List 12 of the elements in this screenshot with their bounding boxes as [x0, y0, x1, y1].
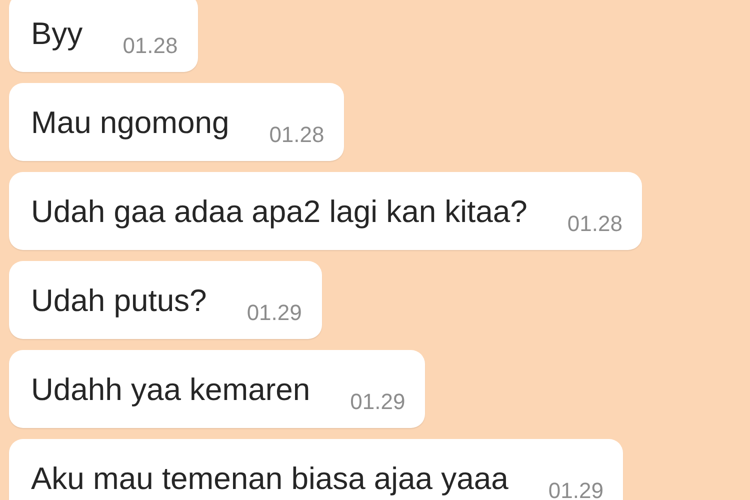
- message-time: 01.28: [567, 212, 622, 236]
- message-text: Aku mau temenan biasa ajaa yaaa: [31, 461, 508, 497]
- message-text: Udahh yaa kemaren: [31, 372, 310, 408]
- message-time: 01.28: [269, 123, 324, 147]
- message-text: Mau ngomong: [31, 105, 230, 141]
- message-time: 01.29: [350, 390, 406, 414]
- message-text: Udah putus?: [31, 283, 207, 319]
- message-text: Byy: [31, 16, 83, 52]
- message-time: 01.29: [246, 301, 302, 325]
- message-time: 01.28: [122, 34, 178, 58]
- message-time: 01.29: [548, 479, 604, 500]
- message-text: Udah gaa adaa apa2 lagi kan kitaa?: [31, 194, 528, 230]
